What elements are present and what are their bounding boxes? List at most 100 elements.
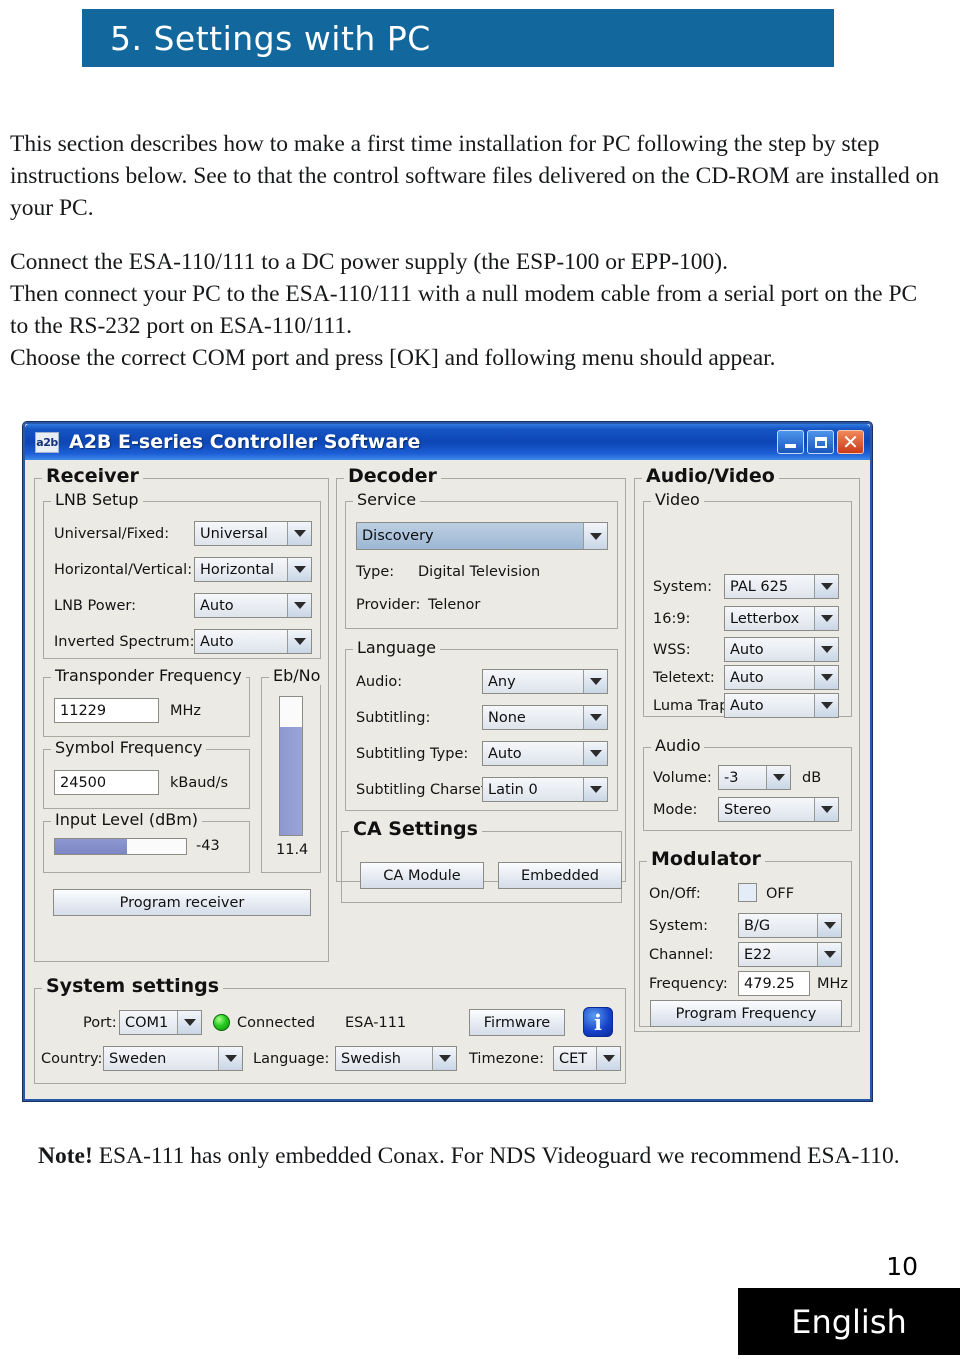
audio-mode-label: Mode: — [653, 802, 698, 818]
port-label: Port: — [83, 1015, 117, 1031]
chevron-down-icon[interactable] — [583, 706, 607, 729]
modulator-frequency-label: Frequency: — [649, 976, 728, 992]
chevron-down-icon[interactable] — [814, 798, 838, 821]
chevron-down-icon[interactable] — [814, 694, 838, 717]
chevron-down-icon[interactable] — [287, 522, 311, 545]
note-prefix: Note! — [38, 1143, 93, 1169]
modulator-system-select[interactable]: B/G — [738, 913, 842, 938]
symbol-frequency-input[interactable]: 24500 — [54, 770, 159, 795]
service-select[interactable]: Discovery — [356, 522, 608, 550]
subtitling-type-value: Auto — [488, 745, 522, 762]
connection-status-text: Connected — [237, 1015, 316, 1031]
chevron-down-icon[interactable] — [596, 1047, 620, 1070]
maximize-icon[interactable] — [807, 430, 834, 454]
video-group: Video System: PAL 625 16:9: Letterbox WS… — [643, 490, 852, 718]
chevron-down-icon[interactable] — [766, 766, 790, 789]
system-settings-group: System settings Port: COM1 Connected ESA… — [34, 975, 626, 1084]
lnb-power-label: LNB Power: — [54, 598, 136, 614]
ca-module-button[interactable]: CA Module — [360, 862, 484, 889]
teletext-select[interactable]: Auto — [724, 665, 839, 690]
symbol-frequency-group: Symbol Frequency 24500 kBaud/s — [43, 738, 250, 809]
modulator-frequency-input[interactable]: 479.25 — [738, 971, 810, 996]
decoder-group: Decoder Service Discovery Type: Digital … — [336, 465, 626, 903]
ui-language-select[interactable]: Swedish — [335, 1046, 457, 1071]
info-icon[interactable]: i — [583, 1007, 613, 1037]
country-value: Sweden — [109, 1050, 167, 1067]
service-group: Service Discovery Type: Digital Televisi… — [345, 490, 618, 629]
firmware-button[interactable]: Firmware — [469, 1009, 565, 1036]
modulator-system-value: B/G — [744, 917, 771, 934]
note-text: ESA-111 has only embedded Conax. For NDS… — [92, 1143, 900, 1169]
horizontal-vertical-select[interactable]: Horizontal — [194, 557, 312, 582]
universal-fixed-select[interactable]: Universal — [194, 521, 312, 546]
transponder-frequency-input[interactable]: 11229 — [54, 698, 159, 723]
chevron-down-icon[interactable] — [814, 575, 838, 598]
ca-settings-group-label: CA Settings — [349, 818, 482, 840]
ca-settings-group: CA Settings CA Module Embedded — [341, 818, 622, 903]
receiver-group: Receiver LNB Setup Universal/Fixed: Univ… — [34, 465, 329, 962]
transponder-frequency-group-label: Transponder Frequency — [51, 666, 246, 685]
subtitling-value: None — [488, 709, 526, 726]
decoder-group-label: Decoder — [344, 465, 441, 487]
chevron-down-icon[interactable] — [583, 778, 607, 801]
modulator-group: Modulator On/Off: OFF System: B/G Channe… — [639, 848, 852, 1027]
chevron-down-icon[interactable] — [814, 638, 838, 661]
lnb-setup-group: LNB Setup Universal/Fixed: Universal Hor… — [43, 490, 321, 659]
audio-language-select[interactable]: Any — [482, 669, 608, 694]
chevron-down-icon[interactable] — [177, 1011, 201, 1034]
country-select[interactable]: Sweden — [103, 1046, 243, 1071]
ebno-group: Eb/No 11.4 — [261, 666, 325, 873]
lnb-power-select[interactable]: Auto — [194, 593, 312, 618]
volume-select[interactable]: -3 — [718, 765, 791, 790]
chevron-down-icon[interactable] — [287, 558, 311, 581]
chevron-down-icon[interactable] — [583, 742, 607, 765]
video-group-label: Video — [651, 490, 704, 509]
chevron-down-icon[interactable] — [287, 630, 311, 653]
page-title: 5. Settings with PC — [110, 18, 431, 58]
audio-language-value: Any — [488, 673, 516, 690]
application-window: a2b A2B E-series Controller Software ✕ R… — [22, 421, 873, 1102]
timezone-label: Timezone: — [469, 1051, 544, 1067]
chevron-down-icon[interactable] — [218, 1047, 242, 1070]
chevron-down-icon[interactable] — [583, 523, 607, 549]
inverted-spectrum-select[interactable]: Auto — [194, 629, 312, 654]
service-selected-value: Discovery — [362, 528, 434, 544]
aspect-ratio-select[interactable]: Letterbox — [724, 606, 839, 631]
horizontal-vertical-label: Horizontal/Vertical: — [54, 562, 193, 578]
chevron-down-icon[interactable] — [287, 594, 311, 617]
chevron-down-icon[interactable] — [814, 607, 838, 630]
wss-select[interactable]: Auto — [724, 637, 839, 662]
chevron-down-icon[interactable] — [817, 943, 841, 966]
subtitling-charset-select[interactable]: Latin 0 — [482, 777, 608, 802]
subtitling-select[interactable]: None — [482, 705, 608, 730]
timezone-select[interactable]: CET — [553, 1046, 621, 1071]
embedded-button[interactable]: Embedded — [498, 862, 622, 889]
luma-trap-select[interactable]: Auto — [724, 693, 839, 718]
minimize-icon[interactable] — [777, 430, 804, 454]
video-system-select[interactable]: PAL 625 — [724, 574, 839, 599]
ebno-group-label: Eb/No — [269, 666, 325, 685]
modulator-channel-select[interactable]: E22 — [738, 942, 842, 967]
port-select[interactable]: COM1 — [119, 1010, 202, 1035]
transponder-frequency-unit: MHz — [170, 703, 202, 719]
ui-language-label: Language: — [253, 1051, 330, 1067]
chevron-down-icon[interactable] — [583, 670, 607, 693]
language-group-label: Language — [353, 638, 440, 657]
window-titlebar: a2b A2B E-series Controller Software ✕ — [25, 424, 870, 460]
horizontal-vertical-value: Horizontal — [200, 561, 275, 578]
audio-mode-select[interactable]: Stereo — [718, 797, 839, 822]
app-logo-icon: a2b — [35, 431, 59, 453]
connection-status-led-icon — [213, 1014, 230, 1031]
program-receiver-button[interactable]: Program receiver — [53, 889, 311, 916]
close-icon[interactable]: ✕ — [837, 430, 864, 454]
modulator-group-label: Modulator — [647, 848, 765, 870]
window-client-area: Receiver LNB Setup Universal/Fixed: Univ… — [26, 460, 869, 1099]
chevron-down-icon[interactable] — [432, 1047, 456, 1070]
chevron-down-icon[interactable] — [817, 914, 841, 937]
modulator-onoff-checkbox[interactable] — [738, 883, 757, 902]
program-frequency-button[interactable]: Program Frequency — [650, 1000, 842, 1027]
page-number: 10 — [886, 1252, 918, 1281]
subtitling-type-select[interactable]: Auto — [482, 741, 608, 766]
chevron-down-icon[interactable] — [814, 666, 838, 689]
